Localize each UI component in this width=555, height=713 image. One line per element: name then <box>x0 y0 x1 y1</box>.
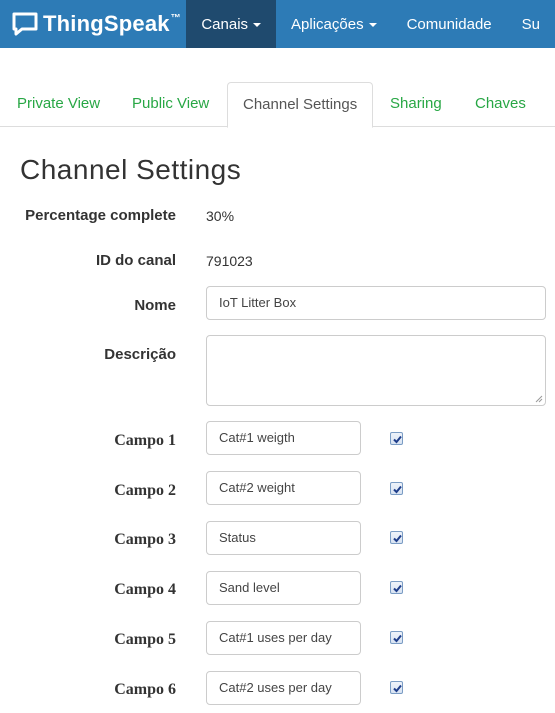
field-5-checkbox[interactable] <box>390 631 403 644</box>
field-4-input[interactable]: Sand level <box>206 571 361 605</box>
field-5-input[interactable]: Cat#1 uses per day <box>206 621 361 655</box>
nav-support[interactable]: Su <box>507 0 555 48</box>
nav-canais[interactable]: Canais <box>186 0 277 48</box>
tab-sharing[interactable]: Sharing <box>390 82 442 127</box>
description-textarea[interactable] <box>206 335 546 406</box>
field-4-label: Campo 4 <box>114 581 176 598</box>
channel-tabs: Private View Public View Channel Setting… <box>0 82 555 128</box>
resize-grip-icon[interactable] <box>535 395 543 403</box>
field-3-checkbox[interactable] <box>390 531 403 544</box>
tab-public-view[interactable]: Public View <box>132 82 209 127</box>
brand-trademark: ™ <box>170 12 181 24</box>
field-2-checkbox[interactable] <box>390 482 403 495</box>
tab-private-view[interactable]: Private View <box>17 82 100 127</box>
field-1-input[interactable]: Cat#1 weigth <box>206 421 361 455</box>
field-5-label: Campo 5 <box>114 631 176 648</box>
checkmark-icon <box>393 584 402 593</box>
name-input[interactable]: IoT Litter Box <box>206 286 546 320</box>
nav-comunidade-label: Comunidade <box>406 15 492 33</box>
caret-down-icon <box>253 23 262 27</box>
checkmark-icon <box>393 435 402 444</box>
speech-bubble-icon <box>12 12 38 36</box>
page-title: Channel Settings <box>20 154 242 185</box>
channel-id-label: ID do canal <box>95 252 176 269</box>
nav-comunidade[interactable]: Comunidade <box>392 0 507 48</box>
field-3-label: Campo 3 <box>114 531 176 548</box>
checkmark-icon <box>393 534 402 543</box>
field-3-input[interactable]: Status <box>206 521 361 555</box>
tab-channel-settings[interactable]: Channel Settings <box>227 82 374 128</box>
tab-chaves[interactable]: Chaves <box>475 82 526 127</box>
brand-logo[interactable]: ThingSpeak ™ <box>0 0 186 48</box>
name-label: Nome <box>134 297 176 314</box>
description-label: Descrição <box>104 346 176 363</box>
percentage-complete-label: Percentage complete <box>25 207 176 224</box>
field-2-input[interactable]: Cat#2 weight <box>206 471 361 505</box>
top-navbar: ThingSpeak ™ Canais Aplicações Comunidad… <box>0 0 555 48</box>
field-6-checkbox[interactable] <box>390 681 403 694</box>
nav-aplicacoes-label: Aplicações <box>291 15 364 33</box>
field-4-checkbox[interactable] <box>390 581 403 594</box>
percentage-complete-value: 30% <box>206 208 235 224</box>
checkmark-icon <box>393 684 402 693</box>
field-6-label: Campo 6 <box>114 681 176 698</box>
field-1-checkbox[interactable] <box>390 432 403 445</box>
checkmark-icon <box>393 634 402 643</box>
nav-support-label: Su <box>521 15 540 33</box>
brand-name: ThingSpeak <box>43 11 170 36</box>
field-1-label: Campo 1 <box>114 432 176 449</box>
nav-aplicacoes[interactable]: Aplicações <box>276 0 392 48</box>
caret-down-icon <box>368 23 377 27</box>
field-2-label: Campo 2 <box>114 482 176 499</box>
checkmark-icon <box>393 485 402 494</box>
channel-id-value: 791023 <box>206 253 253 269</box>
nav-canais-label: Canais <box>201 15 249 33</box>
field-6-input[interactable]: Cat#2 uses per day <box>206 671 361 705</box>
